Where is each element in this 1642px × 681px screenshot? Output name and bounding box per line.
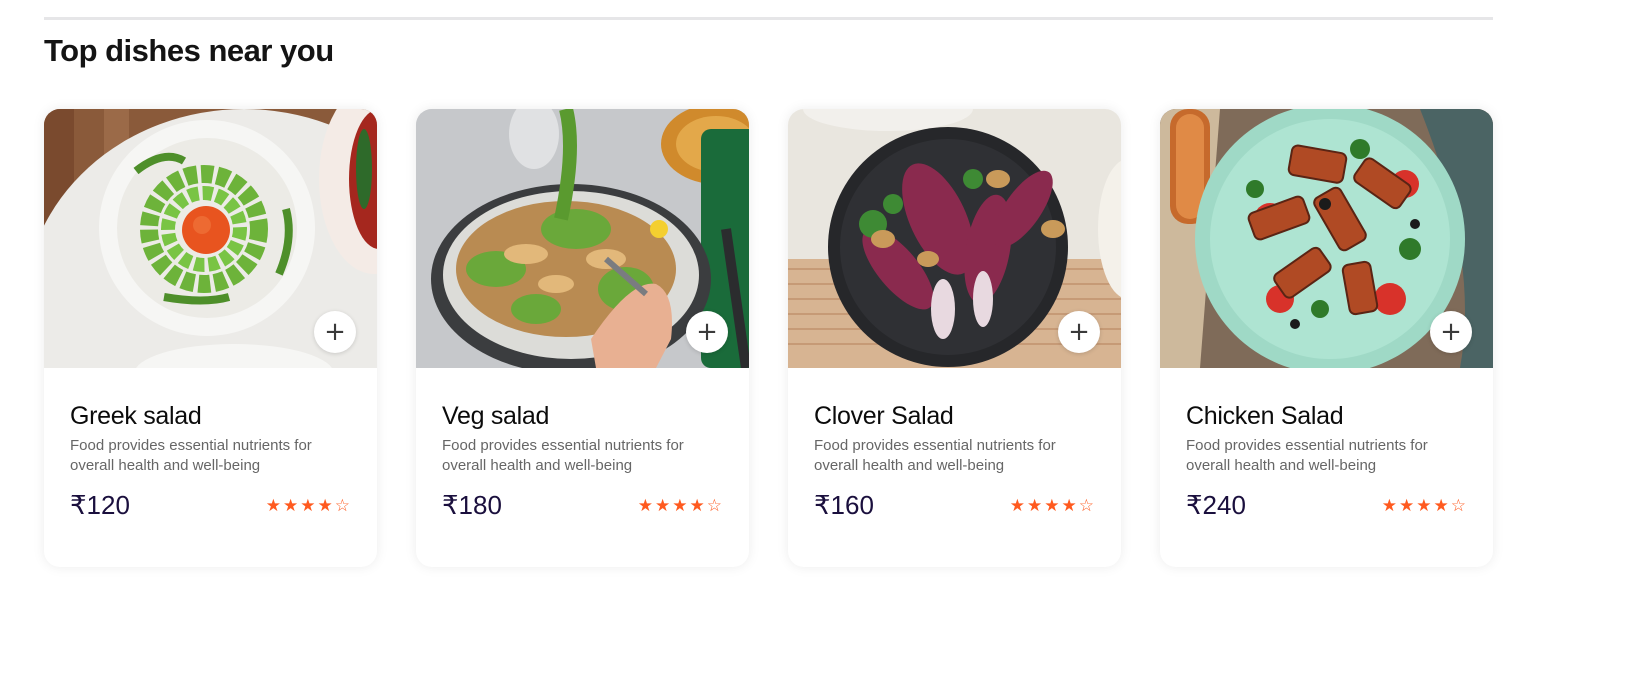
star-filled-icon: ★ bbox=[317, 495, 333, 516]
star-empty-icon: ☆ bbox=[706, 495, 722, 516]
dish-name: Clover Salad bbox=[814, 402, 954, 430]
star-filled-icon: ★ bbox=[283, 495, 299, 516]
star-filled-icon: ★ bbox=[637, 495, 653, 516]
section-title: Top dishes near you bbox=[44, 33, 334, 68]
dish-description: Food provides essential nutrients for ov… bbox=[1186, 437, 1428, 474]
star-filled-icon: ★ bbox=[1009, 495, 1025, 516]
star-filled-icon: ★ bbox=[1044, 495, 1060, 516]
star-filled-icon: ★ bbox=[1381, 495, 1397, 516]
star-filled-icon: ★ bbox=[672, 495, 688, 516]
dish-description: Food provides essential nutrients for ov… bbox=[814, 437, 1056, 474]
dish-info: Clover Salad Food provides essential nut… bbox=[788, 368, 1121, 521]
dish-price: ₹120 bbox=[70, 490, 130, 520]
price-row: ₹120 ★ ★ ★ ★ ☆ bbox=[70, 490, 351, 521]
plus-icon: + bbox=[696, 317, 718, 347]
star-filled-icon: ★ bbox=[265, 495, 281, 516]
dish-card[interactable]: + Veg salad Food provides essential nutr… bbox=[416, 109, 749, 567]
plus-icon: + bbox=[1440, 317, 1462, 347]
add-to-cart-button[interactable]: + bbox=[1430, 311, 1472, 353]
star-empty-icon: ☆ bbox=[334, 495, 350, 516]
star-empty-icon: ☆ bbox=[1078, 495, 1094, 516]
star-filled-icon: ★ bbox=[1433, 495, 1449, 516]
dish-description: Food provides essential nutrients for ov… bbox=[70, 437, 312, 474]
dish-name: Chicken Salad bbox=[1186, 402, 1344, 430]
price-row: ₹240 ★ ★ ★ ★ ☆ bbox=[1186, 490, 1467, 521]
dish-grid: + Greek salad Food provides essential nu… bbox=[44, 109, 1493, 567]
rating-stars: ★ ★ ★ ★ ☆ bbox=[1382, 496, 1466, 516]
price-row: ₹180 ★ ★ ★ ★ ☆ bbox=[442, 490, 723, 521]
dish-image: + bbox=[416, 109, 749, 368]
rating-stars: ★ ★ ★ ★ ☆ bbox=[266, 496, 350, 516]
dish-price: ₹240 bbox=[1186, 490, 1246, 520]
dish-card[interactable]: + Clover Salad Food provides essential n… bbox=[788, 109, 1121, 567]
dish-image: + bbox=[44, 109, 377, 368]
dish-price: ₹160 bbox=[814, 490, 874, 520]
star-filled-icon: ★ bbox=[300, 495, 316, 516]
dish-name: Greek salad bbox=[70, 402, 202, 430]
dish-image: + bbox=[788, 109, 1121, 368]
star-filled-icon: ★ bbox=[1061, 495, 1077, 516]
dish-info: Chicken Salad Food provides essential nu… bbox=[1160, 368, 1493, 521]
dish-info: Veg salad Food provides essential nutrie… bbox=[416, 368, 749, 521]
add-to-cart-button[interactable]: + bbox=[1058, 311, 1100, 353]
add-to-cart-button[interactable]: + bbox=[686, 311, 728, 353]
dish-price: ₹180 bbox=[442, 490, 502, 520]
star-empty-icon: ☆ bbox=[1450, 495, 1466, 516]
star-filled-icon: ★ bbox=[1416, 495, 1432, 516]
dish-info: Greek salad Food provides essential nutr… bbox=[44, 368, 377, 521]
star-filled-icon: ★ bbox=[689, 495, 705, 516]
add-to-cart-button[interactable]: + bbox=[314, 311, 356, 353]
star-filled-icon: ★ bbox=[1399, 495, 1415, 516]
dish-card[interactable]: + Greek salad Food provides essential nu… bbox=[44, 109, 377, 567]
dish-name: Veg salad bbox=[442, 402, 550, 430]
star-filled-icon: ★ bbox=[1027, 495, 1043, 516]
dish-card[interactable]: + Chicken Salad Food provides essential … bbox=[1160, 109, 1493, 567]
price-row: ₹160 ★ ★ ★ ★ ☆ bbox=[814, 490, 1095, 521]
star-filled-icon: ★ bbox=[655, 495, 671, 516]
rating-stars: ★ ★ ★ ★ ☆ bbox=[1010, 496, 1094, 516]
dish-description: Food provides essential nutrients for ov… bbox=[442, 437, 684, 474]
plus-icon: + bbox=[324, 317, 346, 347]
dish-image: + bbox=[1160, 109, 1493, 368]
section-divider bbox=[44, 17, 1493, 20]
plus-icon: + bbox=[1068, 317, 1090, 347]
rating-stars: ★ ★ ★ ★ ☆ bbox=[638, 496, 722, 516]
